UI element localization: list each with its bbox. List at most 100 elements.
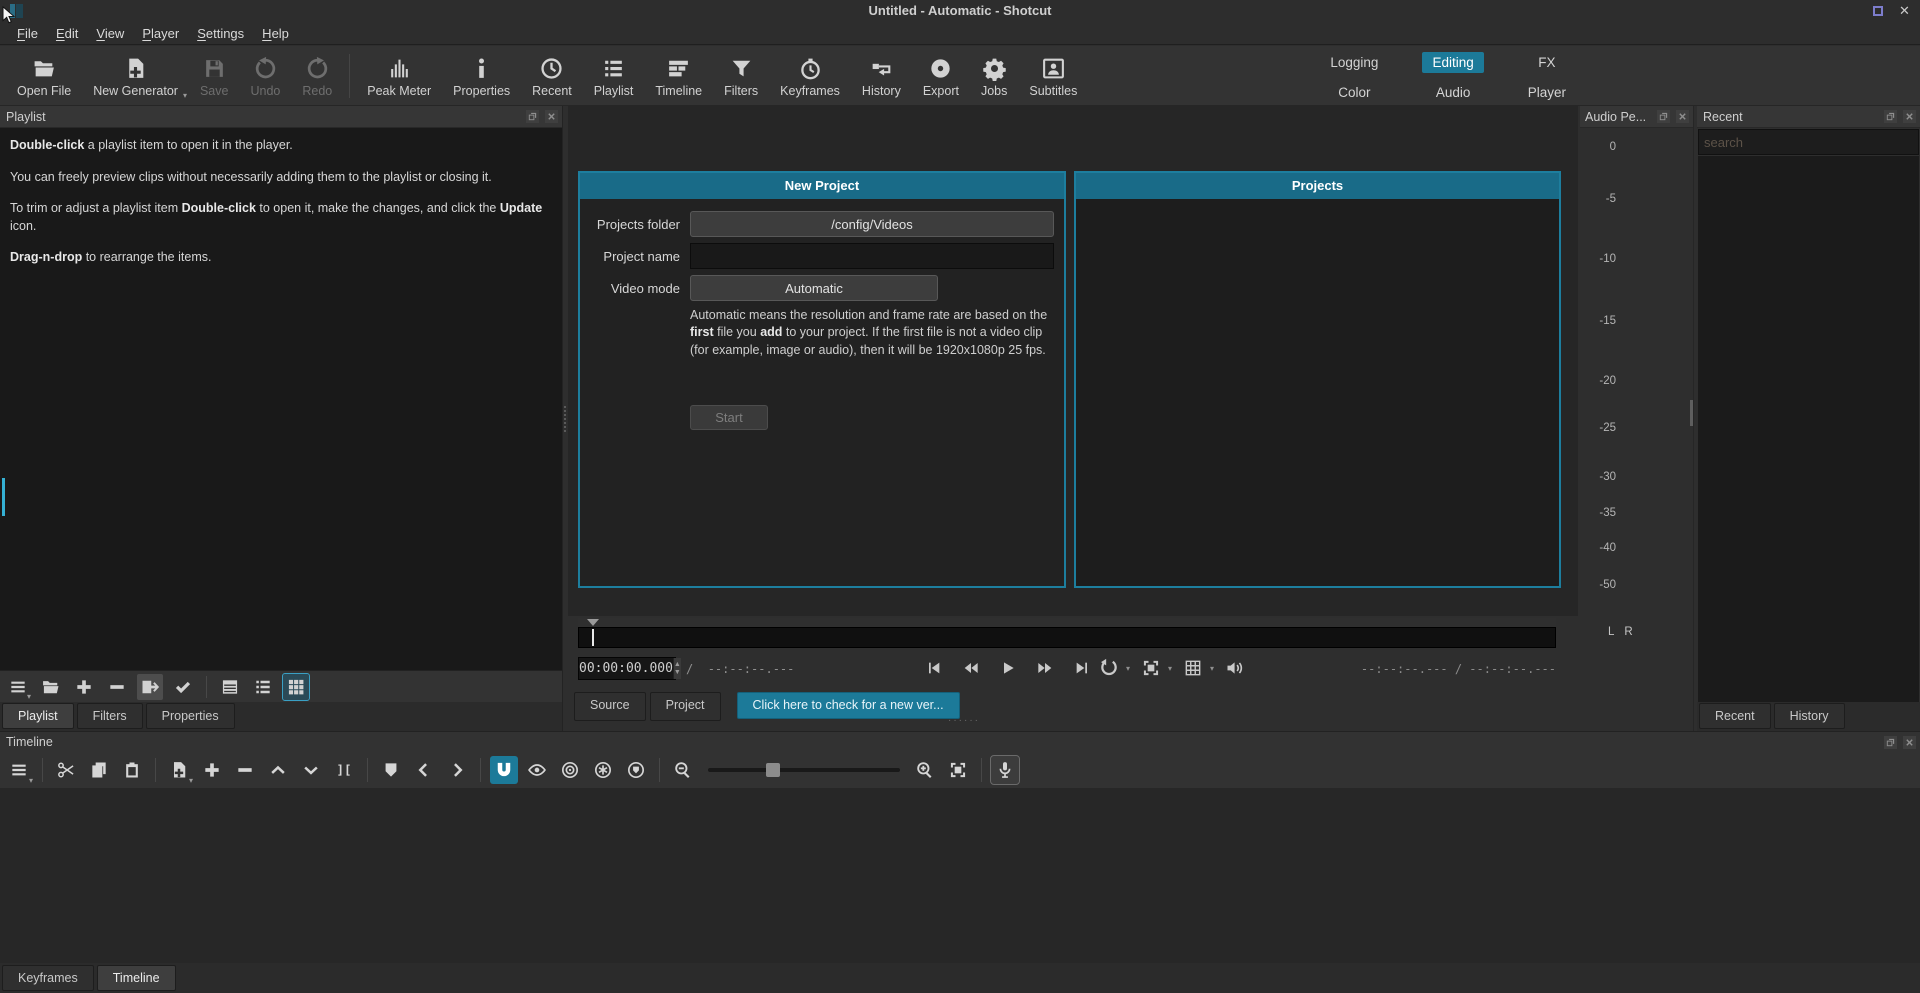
playlist-tab-filters[interactable]: Filters — [77, 703, 143, 729]
timeline-chevron-down-button[interactable] — [297, 756, 325, 784]
timeline-chevron-up-button[interactable] — [264, 756, 292, 784]
toolbar-save[interactable]: Save — [189, 52, 240, 100]
timeline-zoom-slider[interactable] — [708, 760, 900, 780]
toolbar-subtitles[interactable]: Subtitles — [1018, 52, 1088, 100]
timeline-copy-button[interactable] — [85, 756, 113, 784]
playlist-view-icons-button[interactable] — [283, 674, 309, 700]
timeline-ripple-all-button[interactable] — [589, 756, 617, 784]
audio-meter-close-icon[interactable] — [1676, 110, 1689, 123]
toolbar-export[interactable]: Export — [912, 52, 970, 100]
menu-view[interactable]: View — [87, 24, 133, 43]
project-name-input[interactable] — [690, 243, 1054, 269]
projects-folder-button[interactable]: /config/Videos — [690, 211, 1054, 237]
timeline-tab-timeline[interactable]: Timeline — [97, 965, 176, 991]
timecode-spinner[interactable]: 00:00:00.000 ▲▼ — [578, 657, 676, 680]
timeline-paste-button[interactable] — [118, 756, 146, 784]
menu-file[interactable]: File — [8, 24, 47, 43]
layout-tab-color[interactable]: Color — [1328, 82, 1380, 103]
toolbar-recent[interactable]: Recent — [521, 52, 583, 100]
toolbar-jobs[interactable]: Jobs — [970, 52, 1018, 100]
close-button-icon[interactable]: ✕ — [1899, 4, 1912, 17]
timeline-cut-button[interactable] — [52, 756, 80, 784]
player-tab-project[interactable]: Project — [650, 692, 721, 721]
horizontal-splitter-grip[interactable]: ······ — [948, 719, 988, 725]
toolbar-keyframes[interactable]: Keyframes — [769, 52, 851, 100]
player-tab-source[interactable]: Source — [574, 692, 646, 721]
playlist-tab-properties[interactable]: Properties — [146, 703, 235, 729]
volume-button[interactable] — [1222, 655, 1248, 681]
timeline-append-button[interactable]: ▾ — [165, 756, 193, 784]
menu-edit[interactable]: Edit — [47, 24, 87, 43]
toolbar-undo[interactable]: Undo — [239, 52, 291, 100]
timeline-record-audio-button[interactable] — [991, 756, 1019, 784]
layout-tab-fx[interactable]: FX — [1528, 52, 1565, 73]
timeline-ripple-markers-button[interactable] — [622, 756, 650, 784]
playlist-open-folder-button[interactable] — [38, 674, 64, 700]
toolbar-timeline[interactable]: Timeline — [644, 52, 713, 100]
recent-search-input[interactable] — [1698, 129, 1919, 155]
grid-button[interactable] — [1180, 655, 1206, 681]
playhead-icon[interactable] — [587, 619, 599, 626]
toolbar-open-file[interactable]: Open File — [6, 52, 82, 100]
timeline-next-marker-button[interactable] — [443, 756, 471, 784]
zoom-fit-player-button[interactable] — [1138, 655, 1164, 681]
timeline-float-icon[interactable] — [1884, 736, 1897, 749]
timeline-split-button[interactable]: ][ — [330, 756, 358, 784]
audio-meter-float-icon[interactable] — [1657, 110, 1670, 123]
projects-list[interactable] — [1076, 199, 1559, 586]
playlist-check-button[interactable] — [170, 674, 196, 700]
timecode-spin-buttons[interactable]: ▲▼ — [673, 658, 681, 679]
playlist-open-in-player-button[interactable] — [137, 674, 163, 700]
toolbar-history[interactable]: History — [851, 52, 912, 100]
skip-start-button[interactable] — [920, 655, 948, 681]
timeline-zoom-fit-button[interactable] — [944, 756, 972, 784]
timeline-ripple-button[interactable] — [556, 756, 584, 784]
timeline-menu-button[interactable]: ▾ — [5, 756, 33, 784]
recent-close-icon[interactable] — [1903, 110, 1916, 123]
seek-bar[interactable] — [578, 618, 1556, 648]
meter-splitter-grip[interactable] — [1690, 400, 1693, 426]
timeline-zoom-out-button[interactable] — [669, 756, 697, 784]
playlist-plus-button[interactable] — [71, 674, 97, 700]
timeline-tracks[interactable] — [0, 788, 1920, 963]
maximize-button-icon[interactable] — [1873, 6, 1883, 16]
dropdown-arrow-icon[interactable]: ▾ — [1126, 664, 1130, 673]
timeline-prev-marker-button[interactable] — [410, 756, 438, 784]
loop-button[interactable] — [1096, 655, 1122, 681]
video-mode-button[interactable]: Automatic — [690, 275, 938, 301]
layout-tab-editing[interactable]: Editing — [1422, 52, 1483, 73]
skip-end-button[interactable] — [1068, 655, 1096, 681]
play-button[interactable] — [994, 655, 1022, 681]
recent-float-icon[interactable] — [1884, 110, 1897, 123]
playlist-close-icon[interactable] — [545, 110, 558, 123]
toolbar-filters[interactable]: Filters — [713, 52, 769, 100]
timeline-snap-button[interactable] — [490, 756, 518, 784]
toolbar-redo[interactable]: Redo — [291, 52, 343, 100]
recent-list[interactable] — [1698, 156, 1919, 702]
playlist-float-icon[interactable] — [526, 110, 539, 123]
timeline-marker-button[interactable] — [377, 756, 405, 784]
recent-tab-recent[interactable]: Recent — [1699, 703, 1771, 729]
timeline-tab-keyframes[interactable]: Keyframes — [2, 965, 94, 991]
timeline-close-icon[interactable] — [1903, 736, 1916, 749]
menu-help[interactable]: Help — [253, 24, 298, 43]
slider-handle[interactable] — [766, 763, 780, 777]
dropdown-arrow-icon[interactable]: ▾ — [1168, 664, 1172, 673]
layout-tab-audio[interactable]: Audio — [1426, 82, 1481, 103]
timeline-plus-button[interactable] — [198, 756, 226, 784]
menu-player[interactable]: Player — [133, 24, 188, 43]
start-button[interactable]: Start — [690, 405, 768, 430]
timeline-minus-button[interactable] — [231, 756, 259, 784]
toolbar-new-generator[interactable]: New Generator ▾ — [82, 52, 189, 100]
update-check-button[interactable]: Click here to check for a new ver... — [737, 692, 960, 719]
layout-tab-logging[interactable]: Logging — [1320, 52, 1388, 73]
recent-tab-history[interactable]: History — [1774, 703, 1845, 729]
toolbar-peak-meter[interactable]: Peak Meter — [356, 52, 442, 100]
playlist-menu-button[interactable]: ▾ — [5, 674, 31, 700]
menu-settings[interactable]: Settings — [188, 24, 253, 43]
playlist-minus-button[interactable] — [104, 674, 130, 700]
timeline-zoom-in-button[interactable] — [911, 756, 939, 784]
dropdown-arrow-icon[interactable]: ▾ — [1210, 664, 1214, 673]
current-timecode[interactable]: 00:00:00.000 — [579, 658, 673, 679]
toolbar-playlist[interactable]: Playlist — [583, 52, 645, 100]
